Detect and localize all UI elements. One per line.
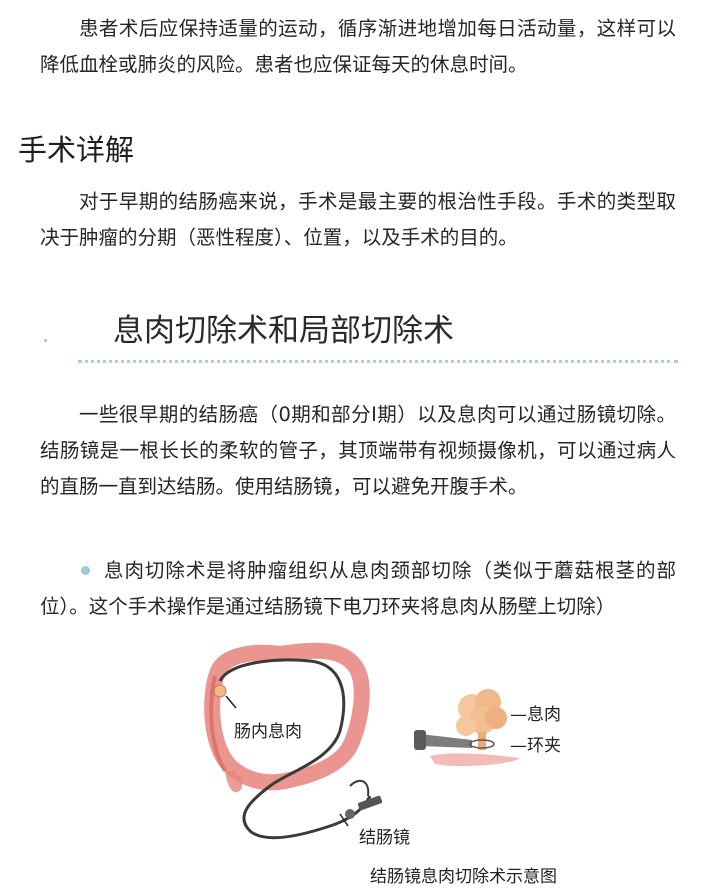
decor-tick bbox=[44, 339, 47, 342]
polyp-detail-illustration bbox=[414, 689, 520, 766]
polyp-marker-icon bbox=[213, 684, 227, 698]
paragraph-colonoscopy: 一些很早期的结肠癌（0期和部分I期）以及息肉可以通过肠镜切除。结肠镜是一根长长的… bbox=[40, 403, 676, 498]
paragraph-surgery-intro: 对于早期的结肠癌来说，手术是最主要的根治性手段。手术的类型取决于肿瘤的分期（恶性… bbox=[40, 190, 676, 249]
subsection-heading-polypectomy: 息肉切除术和局部切除术 bbox=[113, 313, 454, 349]
label-snare: —环夹 bbox=[510, 736, 561, 756]
dotted-divider bbox=[78, 360, 678, 363]
label-colonoscope: 结肠镜 bbox=[359, 828, 410, 848]
paragraph-post-op: 患者术后应保持适量的运动，循序渐进地增加每日活动量，这样可以降低血栓或肺炎的风险… bbox=[40, 17, 676, 76]
label-polyp-inside: 肠内息肉 bbox=[234, 722, 302, 742]
colonoscope-handle bbox=[345, 779, 383, 819]
bullet-polypectomy: 息肉切除术是将肿瘤组织从息肉颈部切除（类似于蘑菇根茎的部位）。这个手术操作是通过… bbox=[40, 559, 676, 618]
label-polyp: —息肉 bbox=[510, 705, 561, 725]
figure-caption: 结肠镜息肉切除术示意图 bbox=[370, 867, 557, 887]
section-heading-surgery: 手术详解 bbox=[18, 133, 135, 167]
